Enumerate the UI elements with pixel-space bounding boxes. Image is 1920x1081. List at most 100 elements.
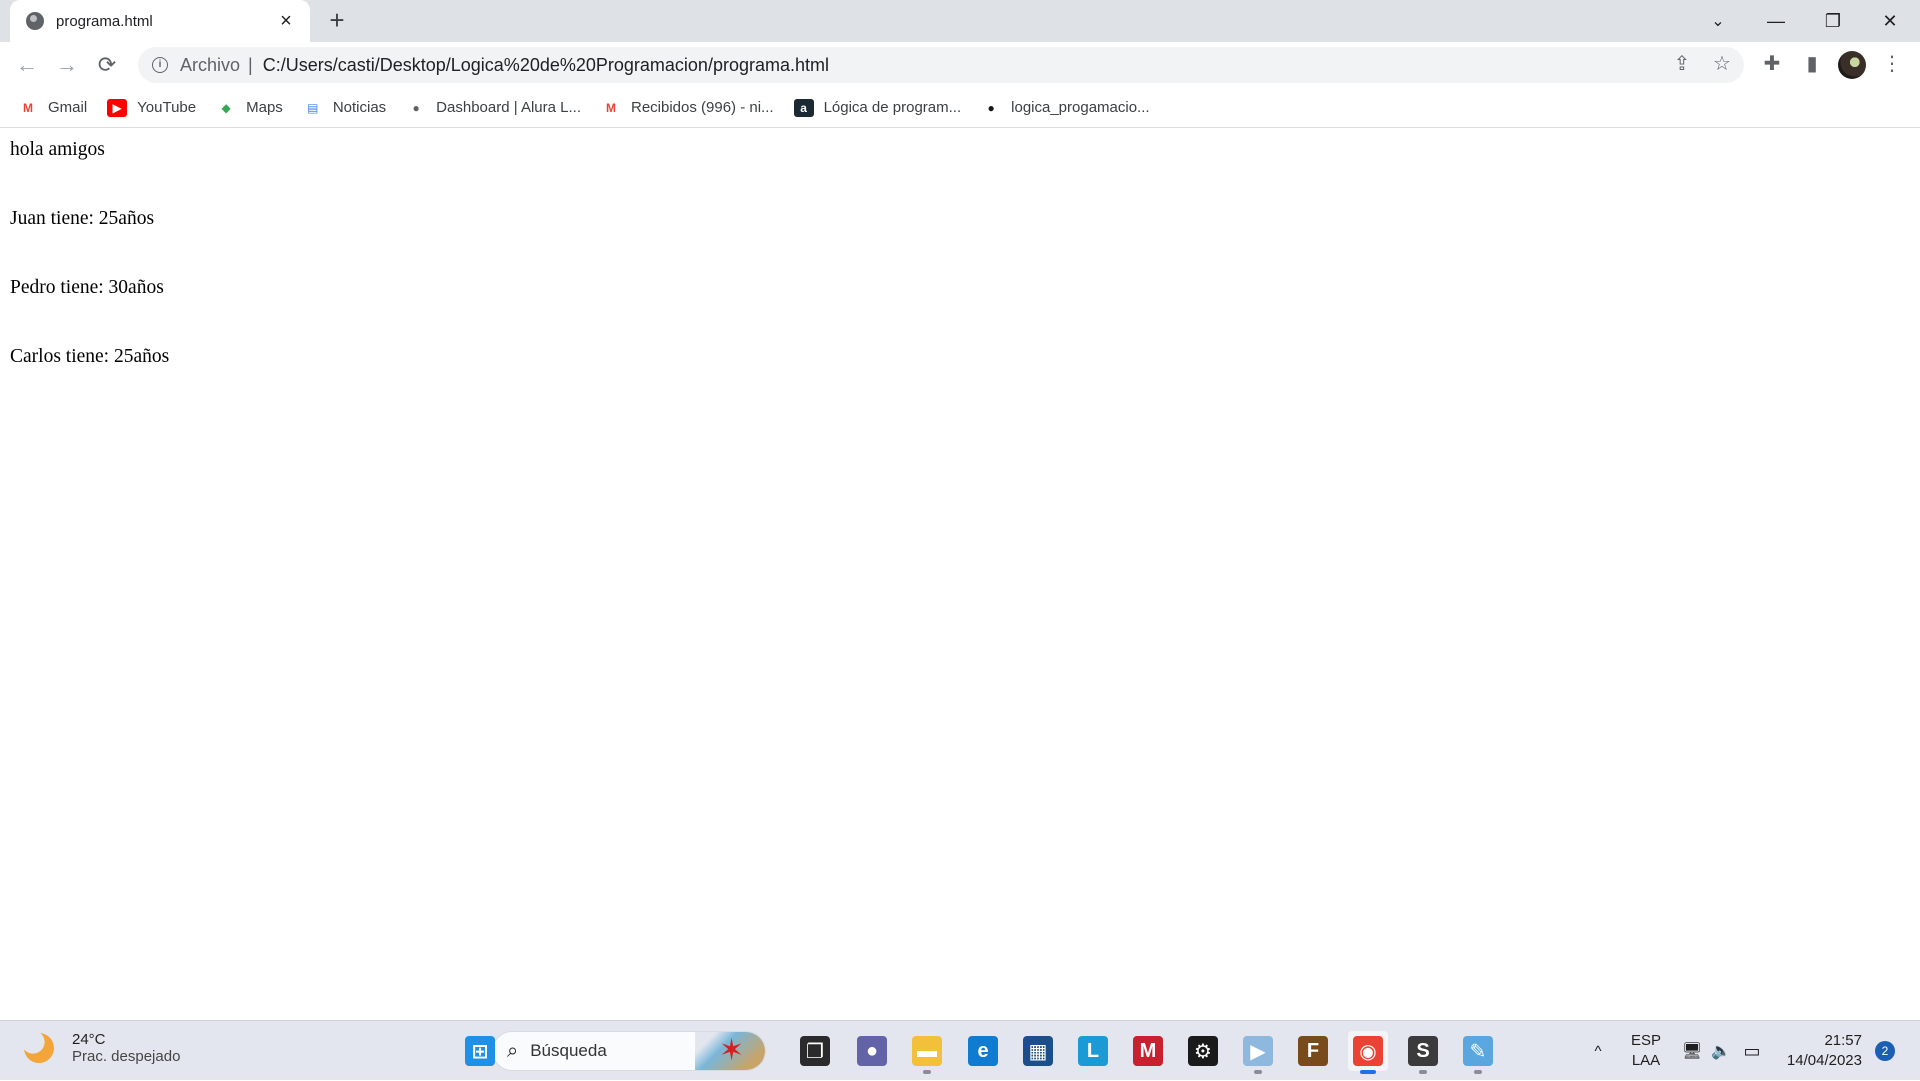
taskbar-l-app[interactable]: L [1073,1031,1113,1071]
taskbar-teams-chat[interactable]: ● [852,1031,892,1071]
page-content: hola amigos Juan tiene: 25años Pedro tie… [0,128,1920,1020]
microsoft-store-icon: ▦ [1023,1036,1053,1066]
taskbar-microsoft-store[interactable]: ▦ [1018,1031,1058,1071]
taskbar-search[interactable]: ⌕ Búsqueda [492,1031,766,1071]
alura-icon: a [793,98,814,117]
globe-icon [26,12,44,30]
minimize-button[interactable]: — [1748,0,1804,42]
age-line-pedro: Pedro tiene: 30años [10,277,164,298]
bookmark-item[interactable]: ◆ Maps [216,99,283,117]
news-icon: ▤ [307,100,319,115]
age-line-juan: Juan tiene: 25años [10,208,155,229]
weather-widget[interactable]: 24°C Prac. despejado [24,1031,180,1065]
bookmark-item[interactable]: a Lógica de program... [793,98,962,117]
edge-icon: e [968,1036,998,1066]
site-info-icon[interactable]: i [152,57,168,73]
running-indicator [1360,1070,1376,1074]
start-button-icon: ⊞ [465,1036,495,1066]
taskbar-edge[interactable]: e [963,1031,1003,1071]
bookmark-item[interactable]: ● logica_progamacio... [981,99,1150,117]
menu-icon[interactable]: ⋮ [1878,50,1906,78]
bookmarks-bar: M Gmail ▶ YouTube ◆ Maps ▤ Noticias ● Dashboard |… [0,88,1920,128]
forward-button[interactable]: → [52,50,82,80]
gmail-icon: M [23,100,33,115]
bookmark-star-icon[interactable]: ☆ [1708,50,1736,78]
extensions-icon[interactable]: ✚ [1758,50,1786,78]
windows-taskbar: 24°C Prac. despejado ⌕ Búsqueda ^ ESP LA… [0,1020,1920,1080]
network-icon[interactable]: 🖥 [1678,1021,1706,1081]
github-icon: ● [987,100,995,115]
taskbar-media-player[interactable]: ▶ [1238,1031,1278,1074]
address-bar[interactable]: i Archivo | C:/Users/casti/Desktop/Logic… [138,47,1744,83]
search-icon: ⌕ [507,1039,519,1062]
taskbar-paint[interactable]: ✎ [1458,1031,1498,1074]
taskbar-file-explorer[interactable]: ▬ [907,1031,947,1074]
clock-time: 21:57 [1824,1032,1862,1049]
tab-programa[interactable]: programa.html × [10,0,310,42]
tab-search-icon[interactable]: ⌄ [1690,0,1746,42]
reload-button[interactable]: ⟳ [92,50,122,80]
back-button[interactable]: ← [12,50,42,80]
taskbar-sublime-text[interactable]: S [1403,1031,1443,1074]
age-line-carlos: Carlos tiene: 25años [10,346,170,367]
browser-toolbar: ← → ⟳ i Archivo | C:/Users/casti/Desktop… [0,42,1920,88]
clock-date: 14/04/2023 [1786,1052,1862,1069]
gmail-icon: M [606,100,616,115]
globe-icon: ● [412,100,420,115]
l-app-icon: L [1078,1036,1108,1066]
taskbar-chrome[interactable]: ◉ [1348,1031,1388,1074]
maps-icon: ◆ [221,100,231,115]
tab-title: programa.html [56,12,153,30]
battery-icon[interactable]: ▭ [1738,1021,1766,1081]
volume-icon[interactable]: 🔈 [1708,1021,1734,1081]
taskbar-crossfire[interactable]: F [1293,1031,1333,1071]
side-panel-icon[interactable]: ▮ [1798,50,1826,78]
taskbar-mcafee[interactable]: M [1128,1031,1168,1071]
bookmark-item[interactable]: M Recibidos (996) - ni... [601,99,774,117]
bookmark-item[interactable]: ● Dashboard | Alura L... [406,99,581,117]
bookmark-label: Noticias [332,99,387,116]
tab-strip: programa.html × + ⌄ — ❐ ✕ [0,0,1920,42]
url-text[interactable]: C:/Users/casti/Desktop/Logica%20de%20Pro… [263,55,829,76]
mcafee-icon: M [1133,1036,1163,1066]
share-icon[interactable]: ⇪ [1668,50,1696,78]
new-tab-button[interactable]: + [322,6,352,36]
clock[interactable]: 21:57 14/04/2023 [1778,1021,1862,1081]
task-view-icon: ❐ [800,1036,830,1066]
close-window-button[interactable]: ✕ [1862,0,1918,42]
taskbar-start-button[interactable]: ⊞ [460,1031,500,1071]
taskbar-driver-booster[interactable]: ⚙ [1183,1031,1223,1071]
chrome-icon: ◉ [1353,1036,1383,1066]
greeting-text: hola amigos [10,139,105,160]
bookmark-item[interactable]: ▶ YouTube [107,98,197,117]
running-indicator [1474,1070,1482,1074]
bookmark-label: Recibidos (996) - ni... [631,99,774,116]
crossfire-icon: F [1298,1036,1328,1066]
show-hidden-icons-chevron[interactable]: ^ [1580,1021,1616,1081]
bookmark-item[interactable]: M Gmail [18,99,87,117]
search-highlight-art [695,1032,765,1070]
running-indicator [1254,1070,1262,1074]
lang-code: ESP [1630,1032,1661,1049]
bookmark-label: Lógica de program... [823,99,962,116]
weather-desc: Prac. despejado [72,1048,181,1065]
search-placeholder: Búsqueda [530,1041,607,1060]
scheme-label: Archivo [180,54,241,75]
running-indicator [1419,1070,1427,1074]
driver-booster-icon: ⚙ [1188,1036,1218,1066]
scheme-separator: | [248,54,253,75]
bookmark-label: Gmail [48,99,88,116]
bookmark-label: Maps [246,99,283,116]
close-tab-icon[interactable]: × [276,10,296,33]
bookmark-label: logica_progamacio... [1011,99,1150,116]
notification-badge[interactable]: 2 [1875,1041,1895,1061]
taskbar-task-view[interactable]: ❐ [795,1031,835,1071]
weather-moon-icon [24,1033,54,1063]
bookmark-label: YouTube [137,99,197,116]
restore-button[interactable]: ❐ [1805,0,1861,42]
input-language[interactable]: ESP LAA [1628,1021,1664,1081]
bookmark-item[interactable]: ▤ Noticias [303,99,386,117]
profile-avatar[interactable] [1838,51,1866,79]
bookmark-label: Dashboard | Alura L... [436,99,581,116]
sublime-text-icon: S [1408,1036,1438,1066]
